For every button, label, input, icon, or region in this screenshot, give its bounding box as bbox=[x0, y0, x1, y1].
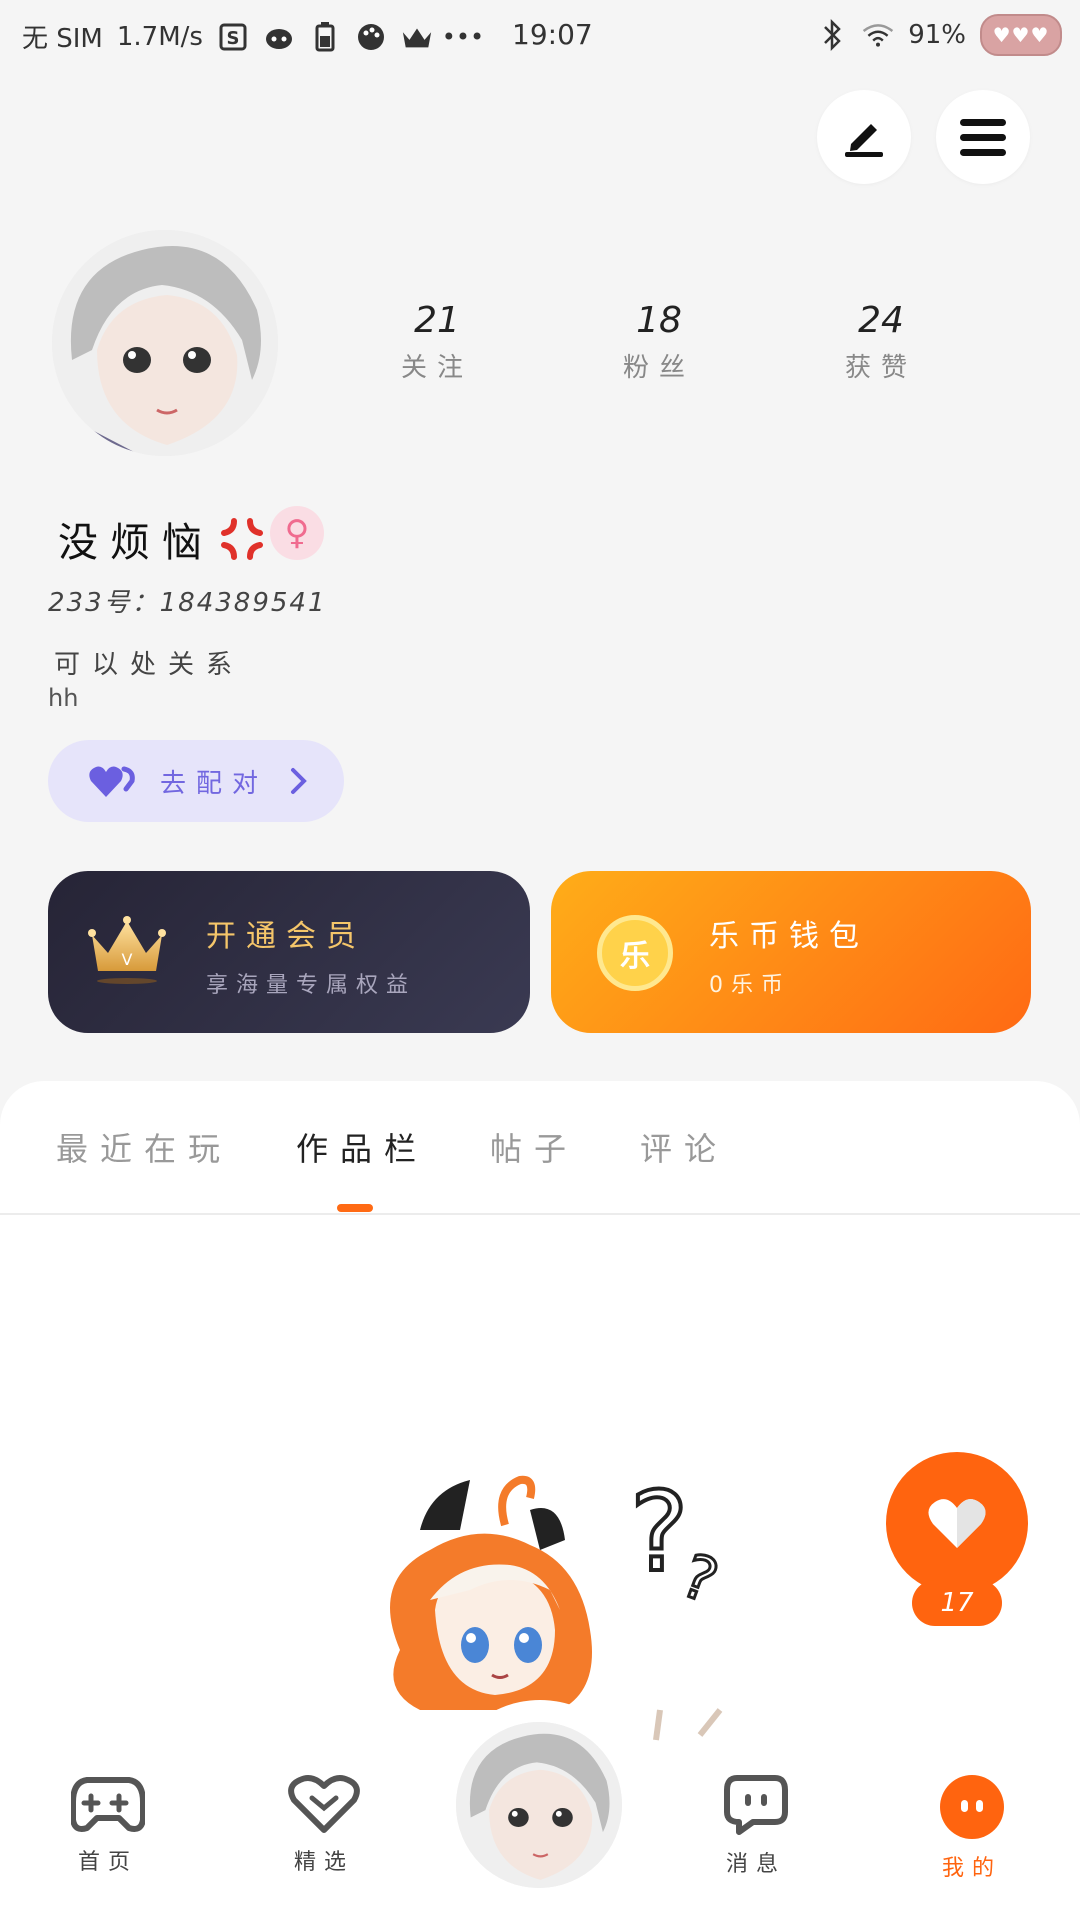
crown-icon bbox=[401, 22, 433, 52]
username-row: 没烦恼 bbox=[58, 510, 264, 568]
wifi-icon bbox=[862, 20, 894, 50]
like-button[interactable] bbox=[886, 1452, 1028, 1594]
menu-button[interactable] bbox=[936, 90, 1030, 184]
status-right: 91% ♥♥♥ bbox=[816, 14, 1062, 56]
tab-recently-played[interactable]: 最近在玩 bbox=[56, 1124, 296, 1170]
nav-featured-label: 精选 bbox=[293, 1850, 354, 1875]
stat-likes-value: 24 bbox=[858, 300, 904, 341]
status-left: 无 SIM 1.7M/s S ••• bbox=[22, 18, 485, 55]
pen-icon bbox=[845, 124, 883, 157]
double-heart-icon bbox=[89, 766, 135, 797]
battery-percent: 91% bbox=[908, 20, 966, 50]
stat-following[interactable]: 21 关注 bbox=[362, 300, 512, 384]
gamepad-icon bbox=[70, 1777, 146, 1832]
profile-face-icon bbox=[940, 1775, 1004, 1839]
nav-featured[interactable]: 精选 bbox=[264, 1774, 384, 1876]
network-speed: 1.7M/s bbox=[116, 21, 203, 52]
svg-text:V: V bbox=[122, 950, 133, 969]
user-id[interactable]: 233号：184389541 bbox=[48, 582, 327, 619]
tabs-divider bbox=[0, 1213, 1080, 1215]
vip-subtitle: 享海量专属权益 bbox=[206, 973, 417, 998]
wallet-card[interactable]: 乐 乐币钱包 0乐币 bbox=[551, 871, 1031, 1033]
pair-button[interactable]: 去配对 bbox=[48, 740, 344, 822]
chat-bubble-icon bbox=[724, 1775, 788, 1835]
chevron-right-icon bbox=[291, 768, 307, 794]
wallet-title: 乐币钱包 bbox=[709, 919, 869, 954]
nav-home-label: 首页 bbox=[77, 1850, 138, 1875]
edit-profile-button[interactable] bbox=[817, 90, 911, 184]
palette-icon bbox=[355, 22, 387, 52]
vip-card[interactable]: V 开通会员 享海量专属权益 bbox=[48, 871, 530, 1033]
like-count: 17 bbox=[912, 1580, 1002, 1626]
tab-works[interactable]: 作品栏 bbox=[296, 1124, 490, 1170]
more-dots-icon: ••• bbox=[441, 22, 485, 51]
vip-crown-icon: V bbox=[88, 916, 166, 984]
bio: hh bbox=[48, 684, 79, 712]
stat-following-label: 关注 bbox=[400, 353, 473, 383]
heart-icon bbox=[928, 1499, 986, 1548]
coin-icon: 乐 bbox=[597, 915, 673, 991]
anger-emoji-icon bbox=[220, 517, 264, 561]
menu-icon bbox=[960, 119, 1006, 156]
avatar[interactable] bbox=[52, 230, 278, 456]
nav-home[interactable]: 首页 bbox=[48, 1774, 168, 1876]
svg-text:S: S bbox=[226, 28, 239, 49]
tab-posts[interactable]: 帖子 bbox=[490, 1124, 640, 1170]
nav-me-label: 我的 bbox=[941, 1856, 1002, 1881]
vip-title: 开通会员 bbox=[206, 919, 366, 954]
gender-female-icon: ♀ bbox=[270, 506, 324, 560]
stat-followers-label: 粉丝 bbox=[622, 353, 695, 383]
cat-icon bbox=[263, 22, 295, 52]
center-avatar[interactable] bbox=[456, 1722, 622, 1888]
signature: 可以处关系 bbox=[54, 650, 245, 680]
stat-followers[interactable]: 18 粉丝 bbox=[584, 300, 734, 384]
heart-gem-icon bbox=[288, 1775, 360, 1833]
nav-me[interactable]: 我的 bbox=[912, 1774, 1032, 1882]
clock: 19:07 bbox=[512, 18, 593, 51]
carrier-label: 无 SIM bbox=[22, 24, 103, 54]
svg-text:?: ? bbox=[630, 1470, 688, 1596]
battery-icon: ♥♥♥ bbox=[980, 14, 1062, 56]
pair-button-label: 去配对 bbox=[160, 768, 269, 799]
profile-tabs: 最近在玩 作品栏 帖子 评论 bbox=[56, 1124, 790, 1170]
battery-saver-icon bbox=[309, 21, 341, 52]
stat-likes-label: 获赞 bbox=[844, 353, 917, 383]
s-icon: S bbox=[217, 22, 249, 52]
tab-active-indicator bbox=[337, 1204, 373, 1212]
nav-messages[interactable]: 消息 bbox=[696, 1774, 816, 1878]
nav-messages-label: 消息 bbox=[725, 1852, 786, 1877]
username: 没烦恼 bbox=[58, 520, 214, 566]
wallet-subtitle: 0乐币 bbox=[709, 973, 791, 998]
status-bar: 无 SIM 1.7M/s S ••• 19:07 91% ♥♥♥ bbox=[0, 0, 1080, 72]
stat-likes[interactable]: 24 获赞 bbox=[806, 300, 956, 384]
bluetooth-icon bbox=[816, 18, 848, 52]
stat-followers-value: 18 bbox=[636, 300, 682, 341]
stat-following-value: 21 bbox=[414, 300, 460, 341]
tab-comments[interactable]: 评论 bbox=[640, 1124, 790, 1170]
